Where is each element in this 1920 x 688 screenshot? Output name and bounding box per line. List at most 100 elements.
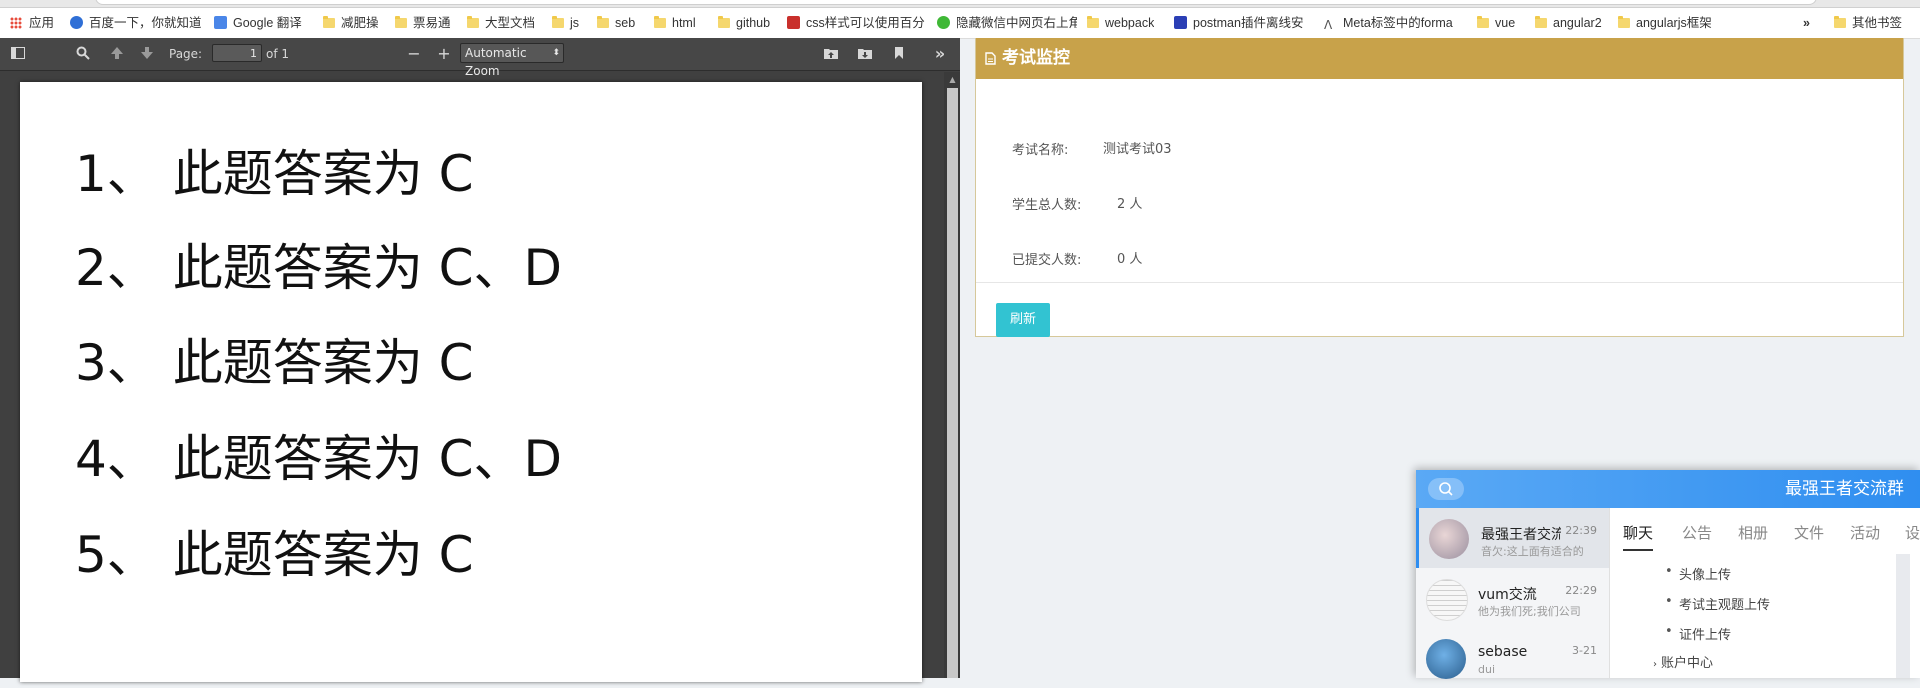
tab-settings[interactable]: 设	[1905, 522, 1920, 543]
submitted-count-label: 已提交人数:	[1012, 253, 1082, 268]
bookmark-folder[interactable]: vue	[1477, 14, 1515, 32]
chat-scrollbar[interactable]	[1896, 554, 1910, 678]
bookmark-folder[interactable]: 票易通	[395, 14, 451, 32]
answer-line: 3、 此题答案为 C	[75, 334, 474, 392]
exam-name-value: 测试考试03	[1103, 142, 1172, 157]
bookmark-apps[interactable]: 应用	[10, 14, 54, 32]
total-students-value: 2 人	[1117, 197, 1143, 212]
bookmark-google-translate[interactable]: Google 翻译	[214, 14, 302, 32]
conversation-item[interactable]: sebase 3-21 dui	[1416, 628, 1609, 688]
bookmark-folder[interactable]: webpack	[1087, 14, 1154, 32]
next-page-icon[interactable]	[138, 45, 156, 63]
refresh-button[interactable]: 刷新	[996, 303, 1050, 337]
bookmark-label: angularjs框架	[1636, 16, 1712, 30]
address-bar-edge	[0, 0, 1920, 8]
panel-header: 考试监控	[976, 38, 1903, 79]
zoom-out-icon[interactable]: −	[405, 45, 423, 63]
folder-icon	[323, 16, 335, 28]
conversation-list: 最强王者交流群 22:39 音欠:这上面有适合的 vum交流 22:29 他为我…	[1416, 508, 1610, 679]
baidu-icon	[70, 16, 83, 29]
conversation-preview: 音欠:这上面有适合的	[1481, 545, 1584, 558]
bookmark-baidu[interactable]: 百度一下，你就知道	[70, 14, 202, 32]
bookmark-folder[interactable]: github	[718, 14, 770, 32]
link-icon: ᐱ	[1324, 18, 1333, 32]
scroll-up-arrow-icon[interactable]: ▲	[947, 74, 958, 86]
previous-page-icon[interactable]	[108, 45, 126, 63]
bookmark-folder[interactable]: angularjs框架	[1618, 14, 1712, 32]
folder-icon	[654, 16, 666, 28]
bookmark-folder[interactable]: seb	[597, 14, 635, 32]
tools-chevron-icon[interactable]: »	[931, 45, 949, 63]
page-count: of 1	[266, 47, 290, 61]
bookmark-folder[interactable]: 减肥操	[323, 14, 379, 32]
google-translate-icon	[214, 16, 227, 29]
address-bar[interactable]	[95, 0, 1817, 5]
zoom-in-icon[interactable]: +	[435, 45, 453, 63]
pdf-toolbar: Page: 1 of 1 − + Automatic Zoom ⬍ »	[0, 38, 960, 78]
overflow-chevron-icon[interactable]: »	[1803, 14, 1810, 32]
bookmark-label: github	[736, 16, 771, 30]
avatar	[1429, 519, 1469, 559]
folder-icon	[1535, 16, 1547, 28]
bookmark-label: js	[570, 16, 580, 30]
tab-album[interactable]: 相册	[1738, 522, 1768, 543]
section-heading: › 账户中心	[1653, 652, 1713, 671]
conversation-name: sebase	[1478, 644, 1528, 660]
chat-tabs: 聊天 公告 相册 文件 活动 设	[1609, 508, 1920, 554]
folder-icon	[1618, 16, 1630, 28]
bookmark-other[interactable]: 其他书签	[1834, 14, 1902, 32]
conversation-item[interactable]: 最强王者交流群 22:39 音欠:这上面有适合的	[1416, 508, 1609, 568]
avatar	[1426, 639, 1466, 679]
bookmark-label: Meta标签中的forma	[1343, 16, 1453, 30]
bookmark-label: seb	[615, 16, 636, 30]
bookmark-folder[interactable]: 大型文档	[467, 14, 535, 32]
tab-chat[interactable]: 聊天	[1623, 522, 1654, 551]
bookmark-label: 减肥操	[341, 16, 379, 30]
exam-name-label: 考试名称:	[1012, 143, 1069, 158]
pdf-scrollbar-thumb[interactable]	[947, 88, 958, 678]
total-students-label: 学生总人数:	[1012, 198, 1082, 213]
conversation-preview: 他为我们死;我们公司	[1478, 605, 1581, 618]
zoom-select[interactable]: Automatic Zoom ⬍	[460, 43, 564, 78]
bookmark-label: Google 翻译	[233, 16, 302, 30]
chat-content: 头像上传 考试主观题上传 证件上传 › 账户中心	[1609, 554, 1920, 678]
tab-activities[interactable]: 活动	[1850, 522, 1880, 543]
bookmark-label: 其他书签	[1852, 16, 1903, 30]
tab-files[interactable]: 文件	[1794, 522, 1824, 543]
apps-grid-icon	[10, 17, 22, 29]
chat-window: 最强王者交流群 最强王者交流群 22:39 音欠:这上面有适合的 vum交流 2…	[1416, 470, 1920, 679]
sidebar-toggle-icon[interactable]	[9, 45, 27, 63]
tab-announcements[interactable]: 公告	[1682, 522, 1712, 543]
download-icon[interactable]	[856, 45, 874, 63]
conversation-time: 22:29	[1565, 584, 1597, 597]
conversation-time: 22:39	[1565, 524, 1597, 537]
bookmark-folder[interactable]: html	[654, 14, 696, 32]
bookmark-icon[interactable]	[890, 45, 908, 63]
folder-icon	[552, 16, 564, 28]
conversation-name: 最强王者交流群	[1481, 527, 1561, 543]
bookmark-css[interactable]: css样式可以使用百分	[787, 14, 927, 32]
exam-monitor-panel: 考试监控 考试名称: 测试考试03 学生总人数: 2 人 已提交人数: 0 人 …	[975, 38, 1904, 337]
bookmark-folder[interactable]: angular2	[1535, 14, 1602, 32]
bookmark-label: webpack	[1105, 16, 1155, 30]
conversation-item[interactable]: vum交流 22:29 他为我们死;我们公司	[1416, 568, 1609, 628]
bookmark-wechat[interactable]: 隐藏微信中网页右上角	[937, 14, 1077, 32]
chat-search-button[interactable]	[1428, 478, 1464, 500]
answer-line: 1、 此题答案为 C	[75, 145, 474, 203]
folder-icon	[597, 16, 609, 28]
zoom-select-value: Automatic Zoom	[465, 46, 527, 78]
bookmark-label: html	[672, 16, 696, 30]
bookmark-folder[interactable]: js	[552, 14, 579, 32]
bookmark-postman[interactable]: postman插件离线安	[1174, 14, 1314, 32]
bookmark-meta[interactable]: ᐱ Meta标签中的forma	[1324, 14, 1464, 32]
wechat-icon	[937, 16, 950, 29]
open-file-icon[interactable]	[822, 45, 840, 63]
select-arrows-icon: ⬍	[552, 48, 560, 58]
folder-icon	[1087, 16, 1099, 28]
bookmarks-bar: 应用 百度一下，你就知道 Google 翻译 减肥操 票易通 大型文档 js s…	[0, 0, 1920, 39]
page-label: Page:	[169, 47, 203, 61]
answer-line: 4、 此题答案为 C、D	[75, 430, 563, 488]
page-number-input[interactable]: 1	[212, 44, 262, 62]
bookmark-label: angular2	[1553, 16, 1602, 30]
search-icon[interactable]	[74, 45, 92, 63]
